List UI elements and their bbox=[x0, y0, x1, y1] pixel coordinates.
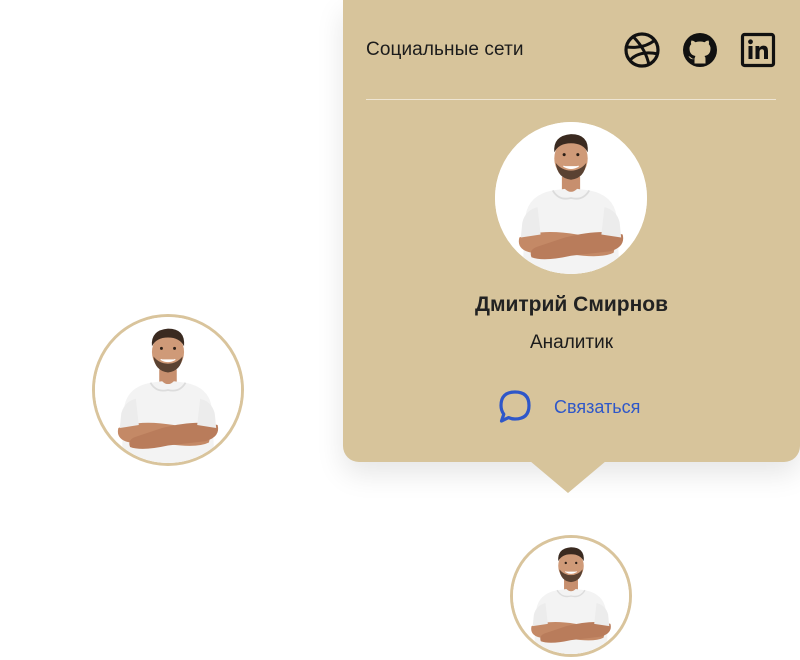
card-title: Социальные сети bbox=[366, 39, 524, 60]
divider bbox=[366, 99, 776, 100]
popover-arrow bbox=[530, 461, 606, 493]
profile-avatar bbox=[495, 122, 647, 274]
avatar-image bbox=[513, 538, 629, 654]
github-icon[interactable] bbox=[682, 32, 718, 68]
linkedin-icon[interactable] bbox=[740, 32, 776, 68]
profile-name: Дмитрий Смирнов bbox=[474, 293, 669, 316]
profile-role: Аналитик bbox=[529, 332, 614, 353]
team-member-avatar[interactable] bbox=[92, 314, 244, 466]
contact-button[interactable]: Связаться bbox=[496, 388, 640, 426]
profile-popover-card: Социальные сети Дмитрий Смирнов Аналитик… bbox=[343, 0, 800, 462]
page: Социальные сети Дмитрий Смирнов Аналитик… bbox=[0, 0, 800, 660]
avatar-image bbox=[495, 122, 647, 274]
avatar-image bbox=[95, 317, 241, 463]
chat-bubble-icon bbox=[499, 390, 531, 423]
social-links bbox=[624, 32, 776, 68]
team-member-avatar-active[interactable] bbox=[510, 535, 632, 657]
card-header: Социальные сети bbox=[366, 28, 776, 72]
dribbble-icon[interactable] bbox=[624, 32, 660, 68]
contact-label: Связаться bbox=[554, 396, 641, 417]
